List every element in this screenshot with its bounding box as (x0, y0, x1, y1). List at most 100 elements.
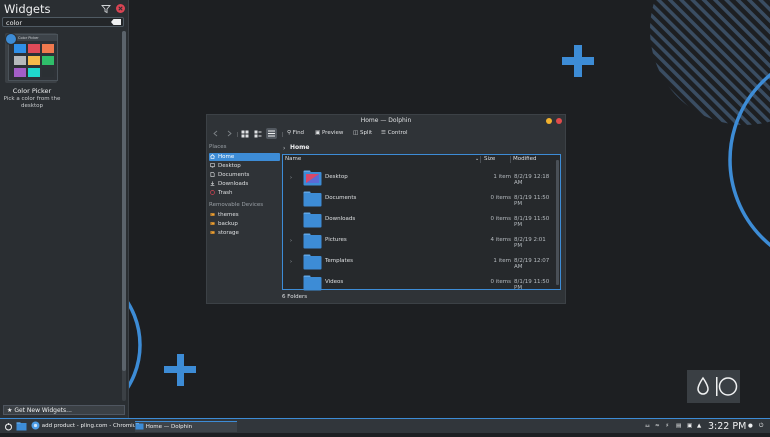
close-panel-button[interactable] (116, 4, 125, 13)
breadcrumb-chevron-icon: › (283, 145, 286, 152)
swatch-gray (14, 56, 26, 65)
file-modified: 8/1/19 11:50 PM (514, 216, 550, 228)
back-button[interactable] (212, 128, 220, 139)
file-name: Desktop (325, 174, 348, 180)
place-label: Trash (218, 190, 233, 196)
folder-icon (303, 191, 322, 207)
usb-icon[interactable]: ⚍ (645, 421, 652, 432)
plus-decoration-bottom (164, 354, 196, 386)
place-label: Documents (218, 172, 250, 178)
file-size: 0 items (490, 279, 511, 285)
panel-scrollbar[interactable] (122, 31, 126, 401)
places-panel: Places Home Desktop Documents Downloads … (207, 143, 283, 303)
file-row[interactable]: › Templates 1 item 8/2/19 12:07 AM (287, 252, 555, 272)
volume-icon[interactable]: ♯ (666, 421, 673, 432)
get-new-widgets-button[interactable]: ★ Get New Widgets... (3, 405, 125, 415)
control-button[interactable]: ☰ Control (381, 128, 408, 139)
folder-icon (303, 212, 322, 228)
column-header-size[interactable]: Size (484, 155, 495, 163)
file-row[interactable]: Downloads 0 items 8/1/19 11:50 PM (287, 210, 555, 230)
task-chromium[interactable]: add product - pling.com - Chromiu... (31, 421, 141, 432)
device-backup[interactable]: backup (209, 220, 280, 228)
file-row[interactable]: Documents 0 items 8/1/19 11:50 PM (287, 189, 555, 209)
file-row[interactable]: › Desktop 1 item 8/2/19 12:18 AM (287, 168, 555, 188)
device-themes[interactable]: themes (209, 211, 280, 219)
swatch-yellow (28, 56, 40, 65)
task-dolphin[interactable]: Home — Dolphin (135, 421, 237, 432)
task-label: add product - pling.com - Chromiu... (41, 423, 142, 429)
close-window-button[interactable] (556, 118, 562, 124)
place-label: Home (218, 154, 235, 160)
kde-logo (687, 370, 740, 403)
file-modified: 8/2/19 2:01 PM (514, 237, 546, 249)
expand-arrow-icon[interactable]: › (290, 259, 292, 265)
breadcrumb-home[interactable]: Home (290, 144, 309, 151)
split-label: Split (359, 130, 373, 136)
trash-icon (210, 190, 215, 195)
add-widget-icon[interactable] (5, 33, 17, 45)
column-header-name[interactable]: Name (285, 155, 301, 163)
column-divider (510, 156, 511, 163)
notifications-icon[interactable]: ▣ (687, 421, 694, 432)
app-launcher-button[interactable] (3, 421, 14, 432)
filter-icon[interactable] (101, 4, 111, 14)
place-documents[interactable]: Documents (209, 171, 280, 179)
get-new-widgets-label: Get New Widgets... (14, 407, 72, 414)
desktop-icon (210, 163, 215, 168)
minimize-button[interactable] (546, 118, 552, 124)
split-button[interactable]: ◫ Split (353, 128, 372, 139)
file-row[interactable]: › Pictures 4 items 8/2/19 2:01 PM (287, 231, 555, 251)
clipboard-icon[interactable]: ▤ (676, 421, 683, 432)
removable-devices-header: Removable Devices (209, 202, 264, 208)
file-row[interactable]: Videos 0 items 8/1/19 11:50 PM (287, 273, 555, 293)
expand-arrow-icon[interactable]: › (290, 175, 292, 181)
icons-view-button[interactable] (240, 128, 250, 139)
place-trash[interactable]: Trash (209, 189, 280, 197)
find-button[interactable]: ⚲ Find (287, 128, 304, 139)
swatch-dark (42, 68, 54, 77)
place-desktop[interactable]: Desktop (209, 162, 280, 170)
file-modified: 8/2/19 12:07 AM (514, 258, 550, 270)
place-label: Desktop (218, 163, 241, 169)
dolphin-icon (135, 423, 144, 430)
folder-icon (303, 254, 322, 270)
panel-scrollbar-thumb[interactable] (122, 31, 126, 371)
back-icon (213, 130, 218, 137)
file-size: 1 item (493, 174, 511, 180)
details-view-button[interactable] (266, 128, 277, 139)
user-icon[interactable]: ● (748, 421, 755, 432)
preview-label: Preview (321, 130, 344, 136)
widget-description: Pick a color from the desktop (3, 96, 61, 109)
file-name: Videos (325, 279, 344, 285)
swatch-green (42, 56, 54, 65)
file-view-scrollbar[interactable] (556, 160, 559, 285)
sort-chevron-icon[interactable]: ⌄ (475, 155, 479, 163)
widget-search-input[interactable]: color (2, 17, 124, 27)
file-modified: 8/1/19 11:50 PM (514, 279, 550, 291)
file-name: Templates (325, 258, 353, 264)
icons-view-icon (241, 130, 249, 138)
place-downloads[interactable]: Downloads (209, 180, 280, 188)
file-manager-launcher[interactable] (16, 421, 27, 432)
widget-search-value: color (6, 19, 23, 27)
expand-tray-icon[interactable]: ▲ (697, 421, 704, 432)
power-icon[interactable]: ⏻ (759, 421, 766, 432)
expand-arrow-icon[interactable]: › (290, 238, 292, 244)
color-picker-widget-card[interactable]: Color Picker (5, 33, 58, 83)
file-size: 0 items (490, 216, 511, 222)
compact-view-button[interactable] (253, 128, 263, 139)
menu-icon: ☰ (381, 130, 386, 136)
place-home[interactable]: Home (209, 153, 280, 161)
clock[interactable]: 3:22 PM (708, 421, 746, 432)
clear-search-icon[interactable] (111, 19, 121, 25)
find-label: Find (292, 130, 305, 136)
device-storage[interactable]: storage (209, 229, 280, 237)
preview-button[interactable]: ▣ Preview (315, 128, 343, 139)
toolbar-separator (237, 132, 238, 137)
drive-icon (210, 213, 215, 216)
places-header: Places (209, 144, 227, 150)
file-name: Downloads (325, 216, 356, 222)
network-icon[interactable]: ≈ (655, 421, 662, 432)
forward-button[interactable] (225, 128, 233, 139)
column-header-modified[interactable]: Modified (513, 155, 536, 163)
